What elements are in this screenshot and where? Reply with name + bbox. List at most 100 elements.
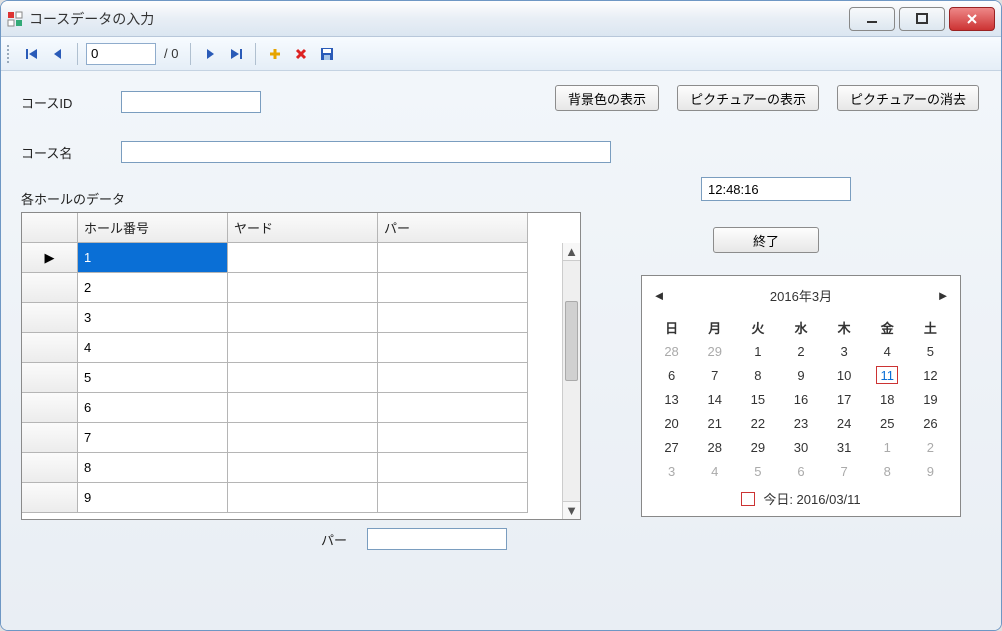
maximize-button[interactable] xyxy=(899,7,945,31)
table-row[interactable]: 3 xyxy=(22,303,580,333)
nav-next-icon[interactable] xyxy=(199,43,221,65)
calendar-day[interactable]: 8 xyxy=(736,363,779,387)
calendar-day[interactable]: 11 xyxy=(866,363,909,387)
cell-par[interactable] xyxy=(378,333,528,363)
calendar-day[interactable]: 6 xyxy=(779,459,822,483)
nav-last-icon[interactable] xyxy=(225,43,247,65)
cell-hole[interactable]: 1 xyxy=(78,243,228,273)
cell-par[interactable] xyxy=(378,273,528,303)
clear-picture-button[interactable]: ピクチュアーの消去 xyxy=(837,85,979,111)
scroll-thumb[interactable] xyxy=(565,301,578,381)
exit-button[interactable]: 終了 xyxy=(713,227,819,253)
cell-hole[interactable]: 5 xyxy=(78,363,228,393)
row-selector[interactable] xyxy=(22,423,78,453)
calendar-today-footer[interactable]: 今日: 2016/03/11 xyxy=(650,489,952,508)
table-row[interactable]: ▶1 xyxy=(22,243,580,273)
calendar-day[interactable]: 27 xyxy=(650,435,693,459)
cell-hole[interactable]: 7 xyxy=(78,423,228,453)
calendar-day[interactable]: 9 xyxy=(909,459,952,483)
delete-record-icon[interactable] xyxy=(290,43,312,65)
table-row[interactable]: 2 xyxy=(22,273,580,303)
row-selector[interactable] xyxy=(22,363,78,393)
table-row[interactable]: 7 xyxy=(22,423,580,453)
table-row[interactable]: 5 xyxy=(22,363,580,393)
calendar-day[interactable]: 3 xyxy=(823,339,866,363)
row-selector[interactable] xyxy=(22,393,78,423)
cal-next-month-icon[interactable]: ► xyxy=(934,288,952,303)
cell-yard[interactable] xyxy=(228,423,378,453)
table-row[interactable]: 8 xyxy=(22,453,580,483)
row-selector[interactable] xyxy=(22,303,78,333)
calendar-day[interactable]: 29 xyxy=(693,339,736,363)
calendar-day[interactable]: 13 xyxy=(650,387,693,411)
calendar-day[interactable]: 7 xyxy=(823,459,866,483)
cell-par[interactable] xyxy=(378,303,528,333)
calendar-day[interactable]: 26 xyxy=(909,411,952,435)
calendar-day[interactable]: 4 xyxy=(866,339,909,363)
calendar-day[interactable]: 10 xyxy=(823,363,866,387)
calendar-day[interactable]: 28 xyxy=(693,435,736,459)
calendar-day[interactable]: 21 xyxy=(693,411,736,435)
calendar-day[interactable]: 7 xyxy=(693,363,736,387)
row-selector[interactable] xyxy=(22,333,78,363)
calendar-day[interactable]: 18 xyxy=(866,387,909,411)
calendar-day[interactable]: 5 xyxy=(736,459,779,483)
cell-hole[interactable]: 6 xyxy=(78,393,228,423)
calendar-day[interactable]: 22 xyxy=(736,411,779,435)
course-name-input[interactable] xyxy=(121,141,611,163)
calendar-day[interactable]: 19 xyxy=(909,387,952,411)
calendar-day[interactable]: 1 xyxy=(866,435,909,459)
grid-scrollbar[interactable]: ▲ ▼ xyxy=(562,243,580,519)
calendar-day[interactable]: 29 xyxy=(736,435,779,459)
cell-yard[interactable] xyxy=(228,393,378,423)
row-selector[interactable] xyxy=(22,453,78,483)
scroll-down-icon[interactable]: ▼ xyxy=(563,501,580,519)
scroll-up-icon[interactable]: ▲ xyxy=(563,243,580,261)
hole-grid[interactable]: ホール番号 ヤード パー ▶123456789 ▲ ▼ xyxy=(21,212,581,520)
grid-header-par[interactable]: パー xyxy=(378,213,528,243)
nav-first-icon[interactable] xyxy=(21,43,43,65)
cell-par[interactable] xyxy=(378,363,528,393)
cal-prev-month-icon[interactable]: ◄ xyxy=(650,288,668,303)
calendar-day[interactable]: 30 xyxy=(779,435,822,459)
course-id-input[interactable] xyxy=(121,91,261,113)
calendar-day[interactable]: 24 xyxy=(823,411,866,435)
calendar-day[interactable]: 15 xyxy=(736,387,779,411)
nav-prev-icon[interactable] xyxy=(47,43,69,65)
cell-yard[interactable] xyxy=(228,243,378,273)
cell-hole[interactable]: 9 xyxy=(78,483,228,513)
calendar-day[interactable]: 3 xyxy=(650,459,693,483)
grid-header-yard[interactable]: ヤード xyxy=(228,213,378,243)
table-row[interactable]: 9 xyxy=(22,483,580,513)
cell-hole[interactable]: 8 xyxy=(78,453,228,483)
cell-par[interactable] xyxy=(378,453,528,483)
cell-yard[interactable] xyxy=(228,333,378,363)
close-button[interactable] xyxy=(949,7,995,31)
cell-yard[interactable] xyxy=(228,363,378,393)
cell-par[interactable] xyxy=(378,423,528,453)
calendar-day[interactable]: 9 xyxy=(779,363,822,387)
calendar-day[interactable]: 14 xyxy=(693,387,736,411)
cell-yard[interactable] xyxy=(228,453,378,483)
calendar-day[interactable]: 28 xyxy=(650,339,693,363)
cell-par[interactable] xyxy=(378,243,528,273)
cell-yard[interactable] xyxy=(228,273,378,303)
calendar-day[interactable]: 17 xyxy=(823,387,866,411)
calendar-day[interactable]: 31 xyxy=(823,435,866,459)
minimize-button[interactable] xyxy=(849,7,895,31)
row-selector[interactable]: ▶ xyxy=(22,243,78,273)
show-picture-button[interactable]: ピクチュアーの表示 xyxy=(677,85,819,111)
calendar-day[interactable]: 16 xyxy=(779,387,822,411)
add-record-icon[interactable] xyxy=(264,43,286,65)
calendar-day[interactable]: 20 xyxy=(650,411,693,435)
show-bgcolor-button[interactable]: 背景色の表示 xyxy=(555,85,659,111)
row-selector[interactable] xyxy=(22,273,78,303)
cell-par[interactable] xyxy=(378,483,528,513)
cell-hole[interactable]: 2 xyxy=(78,273,228,303)
calendar-day[interactable]: 1 xyxy=(736,339,779,363)
save-record-icon[interactable] xyxy=(316,43,338,65)
month-calendar[interactable]: ◄ 2016年3月 ► 日月火水木金土 28291234567891011121… xyxy=(641,275,961,517)
calendar-day[interactable]: 8 xyxy=(866,459,909,483)
cell-yard[interactable] xyxy=(228,483,378,513)
calendar-day[interactable]: 4 xyxy=(693,459,736,483)
